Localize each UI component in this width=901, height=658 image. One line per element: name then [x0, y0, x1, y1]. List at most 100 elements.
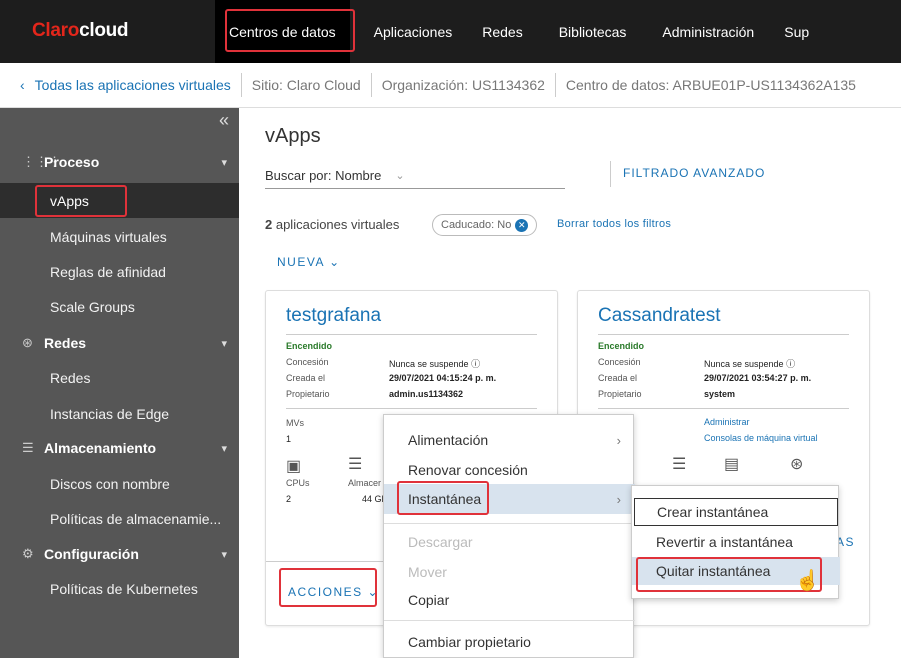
- sidebar-item-reglas-afinidad[interactable]: Reglas de afinidad: [0, 254, 239, 289]
- menu-item-instantanea[interactable]: Instantánea ›: [384, 484, 635, 514]
- section-label: Proceso: [44, 154, 100, 170]
- search-by-dropdown[interactable]: Buscar por: Nombre ⌄: [265, 163, 565, 189]
- logo-part-claro: Claro: [32, 20, 80, 41]
- divider: [384, 620, 635, 621]
- sidebar-section-configuracion[interactable]: ⚙ Configuración ▾: [0, 536, 239, 572]
- storage-icon: ☰: [22, 440, 34, 455]
- created-value: 29/07/2021 04:15:24 p. m.: [389, 373, 497, 383]
- chevron-down-icon: ⌄: [329, 255, 341, 269]
- owner-label: Propietario: [598, 389, 642, 399]
- search-by-label: Buscar por: Nombre: [265, 168, 382, 183]
- chevron-down-icon: ▾: [221, 337, 227, 350]
- owner-value: admin.us1134362: [389, 389, 464, 399]
- filter-pill-label: Caducado: No: [441, 219, 512, 231]
- divider: [370, 73, 372, 97]
- nav-aplicaciones[interactable]: Aplicaciones: [350, 0, 467, 63]
- menu-item-copiar[interactable]: Copiar: [384, 585, 635, 615]
- divider: [610, 161, 611, 187]
- vapp-title[interactable]: Cassandratest: [598, 305, 721, 327]
- memory-icon: ▤: [724, 456, 740, 473]
- vapp-count: 2 aplicaciones virtuales: [265, 217, 399, 232]
- gear-icon: ⚙: [22, 546, 34, 561]
- logo-part-cloud: cloud: [79, 20, 129, 41]
- hand-cursor-icon: ☝: [795, 570, 820, 592]
- sidebar-item-vapps[interactable]: vApps: [0, 183, 239, 218]
- sidebar-section-redes[interactable]: ⊛ Redes ▾: [0, 325, 239, 361]
- site-label: Sitio: Claro Cloud: [251, 77, 361, 93]
- menu-item-alimentacion[interactable]: Alimentación ›: [384, 425, 635, 455]
- divider: [286, 334, 537, 335]
- nav-administracion[interactable]: Administración: [640, 0, 768, 63]
- grid-icon: ⋮⋮⋮: [22, 154, 61, 169]
- divider: [598, 408, 849, 409]
- info-icon[interactable]: ⓘ: [471, 359, 480, 369]
- submenu-revertir-instantanea[interactable]: Revertir a instantánea: [632, 528, 840, 556]
- nav-centros-de-datos[interactable]: Centros de datos: [215, 0, 350, 63]
- status-label: Encendido: [286, 341, 333, 351]
- page-title: vApps: [265, 125, 321, 147]
- nav-bibliotecas[interactable]: Bibliotecas: [537, 0, 641, 63]
- new-button[interactable]: NUEVA ⌄: [277, 255, 341, 269]
- vapp-title[interactable]: testgrafana: [286, 305, 381, 327]
- actions-button[interactable]: ACCIONES ⌄: [288, 585, 379, 599]
- administer-link[interactable]: Administrar: [704, 417, 750, 427]
- section-label: Almacenamiento: [44, 440, 157, 456]
- lease-value-text: Nunca se suspende: [389, 359, 469, 369]
- chevron-right-icon: ›: [616, 432, 621, 448]
- datacenter-label: Centro de datos: ARBUE01P-US1134362A135: [565, 77, 856, 93]
- claro-cloud-logo[interactable]: Clarocloud: [32, 20, 129, 42]
- divider: [554, 73, 556, 97]
- nav-redes[interactable]: Redes: [466, 0, 536, 63]
- remove-filter-icon[interactable]: ✕: [515, 218, 529, 232]
- sidebar-item-discos-nombre[interactable]: Discos con nombre: [0, 466, 239, 501]
- submenu-crear-instantanea[interactable]: Crear instantánea: [634, 498, 838, 526]
- lease-label: Concesión: [286, 357, 329, 367]
- chevron-down-icon: ▾: [221, 548, 227, 561]
- menu-item-label: Instantánea: [408, 491, 482, 507]
- sidebar-item-instancias-edge[interactable]: Instancias de Edge: [0, 396, 239, 431]
- vapp-count-text: aplicaciones virtuales: [272, 217, 400, 232]
- lease-value: Nunca se suspende ⓘ: [389, 357, 480, 370]
- lease-value-text: Nunca se suspende: [704, 359, 784, 369]
- info-icon[interactable]: ⓘ: [786, 359, 795, 369]
- sidebar-item-redes[interactable]: Redes: [0, 360, 239, 395]
- new-button-label: NUEVA: [277, 255, 325, 269]
- cpu-value: 2: [286, 494, 292, 504]
- storage-label: Almacer: [348, 478, 382, 488]
- collapse-sidebar-icon[interactable]: «: [219, 110, 229, 131]
- menu-item-label: Alimentación: [408, 432, 489, 448]
- chevron-right-icon: ›: [616, 491, 621, 507]
- menu-item-mover[interactable]: Mover: [384, 557, 635, 587]
- sidebar-section-proceso[interactable]: ⋮⋮⋮ Proceso ▾: [0, 144, 239, 180]
- network-icon: ⊛: [22, 335, 33, 350]
- sidebar: « ⋮⋮⋮ Proceso ▾ vApps Máquinas virtuales…: [0, 108, 239, 658]
- chevron-down-icon: ▾: [221, 442, 227, 455]
- breadcrumb: ‹ Todas las aplicaciones virtuales Sitio:…: [0, 63, 901, 108]
- storage-icon: ☰: [348, 456, 363, 473]
- clear-all-filters-link[interactable]: Borrar todos los filtros: [557, 218, 671, 230]
- section-label: Redes: [44, 335, 87, 351]
- back-to-vapps-link[interactable]: ‹ Todas las aplicaciones virtuales: [20, 77, 231, 93]
- created-label: Creada el: [598, 373, 638, 383]
- sidebar-item-scale-groups[interactable]: Scale Groups: [0, 289, 239, 324]
- menu-item-renovar-concesion[interactable]: Renovar concesión: [384, 455, 635, 485]
- sidebar-item-politicas-almacenamiento[interactable]: Políticas de almacenamie...: [0, 501, 239, 536]
- menu-item-cambiar-propietario[interactable]: Cambiar propietario: [384, 627, 635, 657]
- chevron-down-icon: ▾: [221, 156, 227, 169]
- sidebar-item-politicas-kubernetes[interactable]: Políticas de Kubernetes: [0, 571, 239, 606]
- lease-value: Nunca se suspende ⓘ: [704, 357, 795, 370]
- advanced-filter-link[interactable]: FILTRADO AVANZADO: [623, 166, 765, 180]
- filter-pill-expired: Caducado: No ✕: [432, 214, 538, 236]
- sidebar-section-almacenamiento[interactable]: ☰ Almacenamiento ▾: [0, 430, 239, 466]
- cpu-icon: ▣: [286, 458, 302, 475]
- main-nav: Centros de datos Aplicaciones Redes Bibl…: [215, 0, 823, 63]
- actions-context-menu: Alimentación › Renovar concesión Instantá…: [383, 414, 635, 658]
- top-navigation-bar: Clarocloud Centros de datos Aplicaciones…: [0, 0, 901, 63]
- menu-item-descargar[interactable]: Descargar: [384, 527, 635, 557]
- nav-soporte[interactable]: Sup: [768, 0, 823, 63]
- vms-value: 1: [286, 434, 292, 444]
- owner-label: Propietario: [286, 389, 330, 399]
- sidebar-item-maquinas-virtuales[interactable]: Máquinas virtuales: [0, 219, 239, 254]
- section-label: Configuración: [44, 546, 139, 562]
- vm-consoles-link[interactable]: Consolas de máquina virtual: [704, 433, 818, 443]
